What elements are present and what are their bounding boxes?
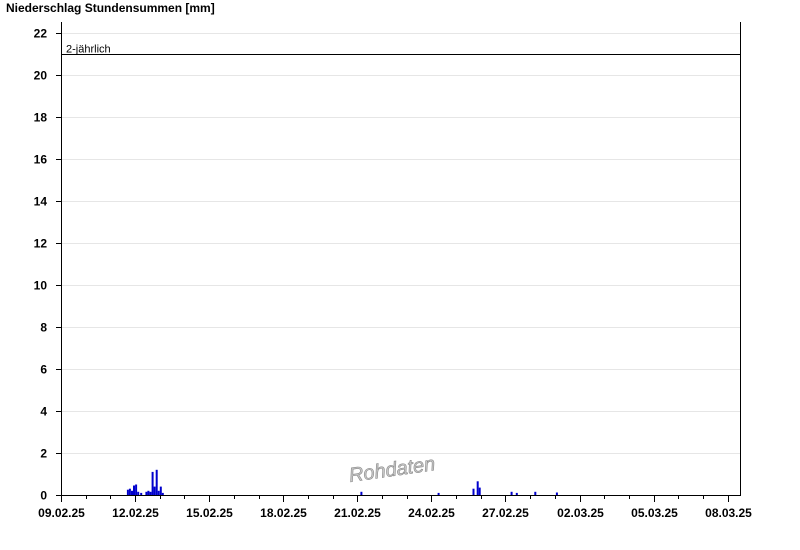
watermark-label: Rohdaten: [348, 453, 437, 487]
y-tick-label: 14: [34, 195, 48, 209]
x-tick-label: 15.02.25: [186, 506, 233, 520]
precip-bar: [534, 491, 537, 495]
y-tick-label: 6: [40, 363, 47, 377]
precipitation-chart: 2-jährlich 0 2 4 6 8 10 12 14 16 18 20 22 09.02.25 12…: [34, 22, 752, 520]
precip-bar: [135, 484, 138, 495]
x-tick-label: 24.02.25: [408, 506, 455, 520]
y-tick-label: 12: [34, 237, 48, 251]
y-tick-label: 16: [34, 153, 48, 167]
threshold-layer: 2-jährlich: [61, 44, 740, 56]
precip-bar: [126, 489, 129, 495]
x-tick-label: 12.02.25: [112, 506, 159, 520]
y-tick-label: 0: [40, 489, 47, 503]
precip-bar: [161, 492, 164, 495]
precip-bar: [149, 491, 152, 495]
y-tick-label: 2: [40, 447, 47, 461]
grid-layer: [61, 33, 740, 454]
y-tick-label: 18: [34, 111, 48, 125]
precip-bar: [151, 471, 154, 495]
x-tick-label: 27.02.25: [482, 506, 529, 520]
x-tick-label: 09.02.25: [38, 506, 85, 520]
precip-bar: [133, 485, 135, 495]
precip-bar: [137, 491, 140, 495]
precip-bar: [472, 488, 475, 495]
precip-bar: [515, 492, 518, 495]
y-tick-label: 10: [34, 279, 48, 293]
precip-bar: [360, 491, 363, 495]
precip-bar: [128, 488, 131, 495]
x-tick-label: 02.03.25: [557, 506, 604, 520]
precip-bar: [437, 492, 440, 495]
y-tick-label: 4: [40, 405, 47, 419]
precip-bar: [510, 491, 513, 495]
precip-bar: [147, 490, 150, 495]
threshold-label: 2-jährlich: [66, 44, 111, 56]
bar-layer: [126, 469, 558, 495]
axis-layer: 0 2 4 6 8 10 12 14 16 18 20 22 09.02.25 12.02.25 15.02…: [34, 22, 752, 520]
precip-bar: [145, 491, 148, 495]
y-tick-label: 8: [40, 321, 47, 335]
precip-bar: [555, 492, 558, 495]
precip-bar: [153, 486, 156, 495]
precip-bar: [157, 490, 160, 495]
x-tick-label: 08.03.25: [705, 506, 752, 520]
precip-bar: [155, 469, 158, 495]
x-tick-label: 05.03.25: [631, 506, 678, 520]
x-tick-label: 18.02.25: [260, 506, 307, 520]
precip-bar: [131, 490, 133, 495]
precip-bar: [140, 492, 143, 495]
precip-bar: [478, 487, 481, 495]
x-tick-label: 21.02.25: [334, 506, 381, 520]
y-tick-label: 22: [34, 27, 48, 41]
y-tick-label: 20: [34, 69, 48, 83]
precip-bar: [159, 486, 162, 495]
precip-bar: [476, 481, 479, 495]
